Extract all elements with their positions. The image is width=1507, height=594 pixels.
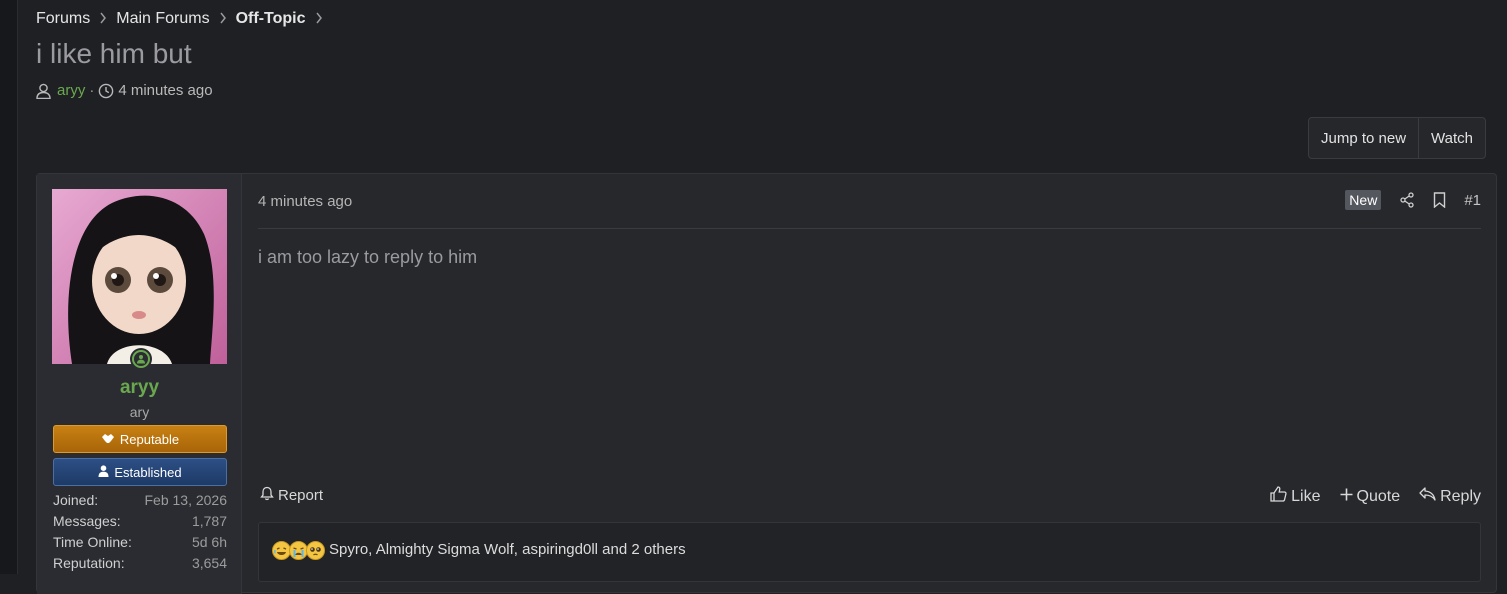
like-button[interactable]: Like — [1270, 486, 1321, 507]
post-time-link[interactable]: 4 minutes ago — [258, 193, 352, 210]
breadcrumb-main-forums[interactable]: Main Forums — [116, 10, 209, 28]
post-number-link[interactable]: #1 — [1464, 192, 1481, 209]
reply-label: Reply — [1440, 487, 1481, 505]
reaction-icons — [272, 541, 325, 560]
like-label: Like — [1291, 487, 1321, 505]
post-header-actions: New #1 — [1345, 190, 1481, 210]
reputable-banner: Reputable — [53, 425, 227, 453]
pleading-emoji-icon — [306, 541, 325, 560]
stat-label: Time Online: — [53, 534, 132, 550]
user-stats: Joined: Feb 13, 2026 Messages: 1,787 Tim… — [53, 492, 227, 576]
chevron-right-icon — [315, 11, 323, 27]
share-icon[interactable] — [1399, 192, 1415, 208]
stat-label: Joined: — [53, 492, 99, 508]
quote-button[interactable]: Quote — [1340, 487, 1401, 506]
report-button[interactable]: Report — [260, 486, 323, 505]
user-title: ary — [129, 404, 150, 420]
bell-icon — [260, 486, 278, 505]
meta-separator: · — [89, 82, 95, 99]
chevron-right-icon — [99, 11, 107, 27]
user-icon — [98, 464, 114, 480]
clock-icon — [98, 83, 114, 99]
thread-time-link[interactable]: 4 minutes ago — [118, 82, 212, 99]
stat-time-online: Time Online: 5d 6h — [53, 534, 227, 555]
post: aryy ary Reputable Established Joined: F… — [36, 173, 1497, 594]
established-banner: Established — [53, 458, 227, 486]
user-icon — [36, 83, 51, 99]
post-username[interactable]: aryy — [37, 377, 242, 399]
online-status-icon — [130, 348, 152, 370]
stat-messages: Messages: 1,787 — [53, 513, 227, 534]
page-title: i like him but — [36, 38, 192, 69]
post-header-divider — [258, 228, 1481, 229]
thread-meta: aryy · 4 minutes ago — [36, 82, 213, 99]
established-label: Established — [114, 464, 182, 480]
new-badge: New — [1345, 190, 1382, 210]
thread-toolbar: Jump to new Watch — [1308, 117, 1486, 159]
stat-label: Messages: — [53, 513, 121, 529]
reply-button[interactable]: Reply — [1419, 487, 1481, 506]
bookmark-icon[interactable] — [1433, 192, 1446, 208]
breadcrumb: Forums Main Forums Off-Topic — [36, 9, 332, 29]
report-label: Report — [278, 487, 324, 504]
post-footer-actions: Like Quote Reply — [1251, 486, 1481, 507]
stat-value[interactable]: 1,787 — [192, 513, 227, 534]
plus-icon — [1340, 488, 1357, 506]
jump-to-new-button[interactable]: Jump to new — [1309, 118, 1418, 158]
handshake-icon — [101, 432, 120, 447]
watch-button[interactable]: Watch — [1418, 118, 1485, 158]
reply-icon — [1419, 487, 1440, 506]
left-rail — [0, 0, 18, 574]
stat-label: Reputation: — [53, 555, 125, 571]
chevron-right-icon — [219, 11, 227, 27]
reactions-users-link[interactable]: Spyro, Almighty Sigma Wolf, aspiringd0ll… — [329, 541, 686, 558]
avatar[interactable] — [52, 189, 227, 364]
thread-author-link[interactable]: aryy — [57, 82, 85, 99]
stat-value: 3,654 — [191, 555, 227, 571]
breadcrumb-forums[interactable]: Forums — [36, 10, 90, 28]
post-message: i am too lazy to reply to him — [258, 247, 478, 267]
quote-label: Quote — [1356, 487, 1401, 505]
stat-value: 5d 6h — [191, 534, 227, 550]
thumbs-up-icon — [1270, 486, 1291, 507]
stat-joined: Joined: Feb 13, 2026 — [53, 492, 227, 513]
stat-reputation: Reputation: 3,654 — [53, 555, 227, 576]
reactions-bar[interactable]: Spyro, Almighty Sigma Wolf, aspiringd0ll… — [258, 522, 1481, 582]
stat-value: Feb 13, 2026 — [144, 492, 227, 508]
post-main-cell: 4 minutes ago New #1 i am too lazy to re… — [258, 174, 1481, 594]
reputable-label: Reputable — [119, 431, 180, 447]
post-user-cell: aryy ary Reputable Established Joined: F… — [37, 174, 242, 594]
breadcrumb-off-topic[interactable]: Off-Topic — [236, 10, 306, 28]
